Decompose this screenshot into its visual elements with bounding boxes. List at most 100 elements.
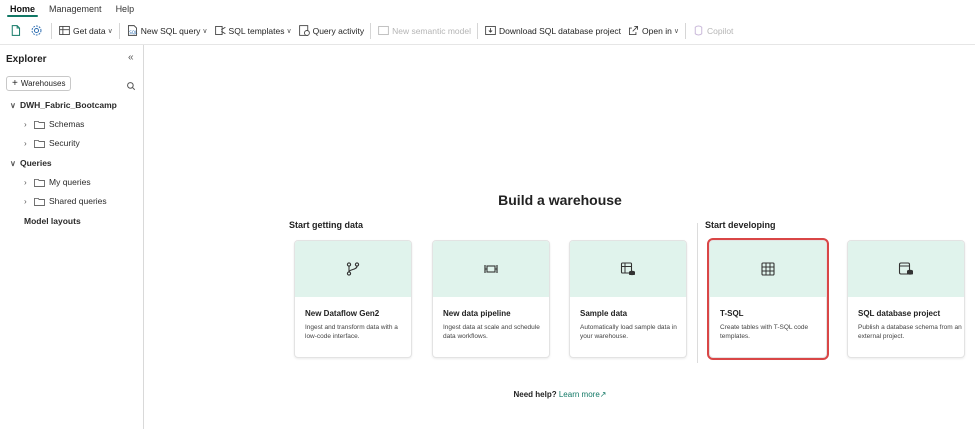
section-start-developing: Start developing [705, 220, 776, 230]
gear-icon [30, 24, 43, 37]
chevron-down-icon: ∨ [10, 158, 16, 168]
search-icon[interactable] [126, 78, 136, 96]
get-data-label: Get data [73, 25, 106, 36]
add-warehouses-label: Warehouses [20, 79, 66, 88]
ribbon-toolbar: Get data ∨ SQL New SQL query ∨ SQL templ… [0, 17, 975, 45]
activity-icon [298, 24, 311, 37]
template-icon [214, 24, 227, 37]
open-in-label: Open in [642, 25, 672, 36]
chevron-down-icon: ∨ [202, 27, 208, 35]
new-item-button[interactable] [6, 21, 27, 41]
section-divider [697, 223, 698, 363]
new-sql-query-label: New SQL query [140, 25, 201, 36]
tree-item-warehouse[interactable]: ∨ DWH_Fabric_Bootcamp [10, 98, 117, 112]
card-description: Create tables with T-SQL code templates. [720, 324, 809, 340]
plus-icon: + [12, 77, 18, 89]
download-icon [484, 24, 497, 37]
new-semantic-model-label: New semantic model [392, 25, 471, 36]
tree-item-queries-label: Queries [20, 158, 52, 168]
chevron-right-icon: › [24, 138, 27, 148]
card-header [848, 241, 964, 297]
add-warehouses-button[interactable]: + Warehouses [6, 76, 72, 91]
copilot-label: Copilot [706, 25, 734, 36]
grid-table-icon [761, 262, 775, 276]
tree-item-model-layouts-label: Model layouts [24, 216, 81, 226]
ribbon-divider [51, 22, 52, 39]
tree-item-security-label: Security [49, 138, 80, 148]
external-link-icon: ↗ [599, 390, 607, 399]
document-add-icon [9, 24, 22, 37]
tab-home[interactable]: Home [4, 4, 41, 17]
menu-bar: Home Management Help [0, 0, 975, 17]
download-project-button[interactable]: Download SQL database project [481, 21, 624, 41]
dataflow-icon [346, 262, 360, 276]
table-icon [58, 24, 71, 37]
folder-icon [34, 178, 45, 187]
page-title: Build a warehouse [498, 192, 622, 208]
chevron-down-icon: ∨ [286, 27, 292, 35]
download-project-label: Download SQL database project [498, 25, 622, 36]
pipeline-icon [484, 265, 498, 273]
card-header [570, 241, 686, 297]
open-external-icon [627, 24, 640, 37]
card-description: Ingest data at scale and schedule data w… [443, 324, 540, 340]
new-sql-query-button[interactable]: SQL New SQL query ∨ [123, 21, 211, 41]
learn-more-label: Learn more [558, 390, 600, 399]
card-t-sql[interactable]: T-SQL Create tables with T-SQL code temp… [707, 238, 829, 360]
help-row: Need help? Learn more↗ [145, 390, 975, 399]
main-canvas: Build a warehouse Start getting data Sta… [145, 45, 975, 429]
card-description: Automatically load sample data in your w… [580, 324, 677, 340]
folder-icon [34, 197, 45, 206]
card-new-dataflow-gen2[interactable]: New Dataflow Gen2 Ingest and transform d… [294, 240, 412, 358]
tree-item-my-queries[interactable]: › My queries [24, 175, 91, 189]
collapse-icon[interactable]: « [128, 52, 134, 63]
chevron-down-icon: ∨ [673, 27, 679, 35]
chevron-right-icon: › [24, 177, 27, 187]
warehouse-editor: Home Management Help Get data ∨ SQL New … [0, 0, 975, 429]
sql-query-icon: SQL [126, 24, 139, 37]
tree-item-warehouse-label: DWH_Fabric_Bootcamp [20, 100, 117, 110]
ribbon-divider [684, 22, 686, 39]
section-start-getting-data: Start getting data [289, 220, 364, 230]
tree-item-schemas-label: Schemas [49, 119, 85, 129]
chevron-right-icon: › [24, 119, 27, 129]
ribbon-divider [370, 22, 372, 39]
tree-item-my-queries-label: My queries [49, 177, 91, 187]
get-data-button[interactable]: Get data ∨ [55, 21, 116, 41]
card-header [295, 241, 411, 297]
folder-icon [34, 120, 45, 129]
card-title: T-SQL [720, 309, 744, 318]
query-activity-button[interactable]: Query activity [295, 21, 368, 41]
new-semantic-model-button[interactable]: New semantic model [374, 21, 474, 41]
open-in-button[interactable]: Open in ∨ [624, 21, 682, 41]
explorer-panel: Explorer « + Warehouses ∨ DWH_Fabric_Boo… [0, 45, 144, 429]
chevron-down-icon: ∨ [10, 100, 16, 110]
card-sample-data[interactable]: Sample data Automatically load sample da… [569, 240, 687, 358]
tab-management[interactable]: Management [43, 4, 108, 17]
sql-templates-button[interactable]: SQL templates ∨ [211, 21, 295, 41]
card-title: New Dataflow Gen2 [305, 309, 380, 318]
copilot-icon [692, 24, 705, 37]
query-activity-label: Query activity [312, 25, 365, 36]
ribbon-divider [118, 22, 120, 39]
card-description: Publish a database schema from an extern… [858, 324, 962, 340]
learn-more-link[interactable]: Learn more↗ [559, 390, 607, 399]
tree-item-security[interactable]: › Security [24, 136, 80, 150]
settings-button[interactable] [27, 21, 48, 41]
ribbon-divider [476, 22, 478, 39]
tree-item-shared-queries[interactable]: › Shared queries [24, 194, 107, 208]
card-sql-database-project[interactable]: SQL database project Publish a database … [847, 240, 965, 358]
chevron-down-icon: ∨ [107, 27, 113, 35]
card-title: SQL database project [858, 309, 941, 318]
tree-item-model-layouts[interactable]: Model layouts [24, 214, 81, 228]
card-header [710, 241, 826, 297]
copilot-button[interactable]: Copilot [689, 21, 736, 41]
tree-item-queries[interactable]: ∨ Queries [10, 156, 52, 170]
card-new-data-pipeline[interactable]: New data pipeline Ingest data at scale a… [432, 240, 550, 358]
chevron-right-icon: › [24, 196, 27, 206]
help-question: Need help? [513, 390, 557, 399]
tree-item-schemas[interactable]: › Schemas [24, 117, 84, 131]
sample-data-icon [620, 262, 635, 276]
semantic-model-icon [377, 24, 390, 37]
tab-help[interactable]: Help [110, 4, 141, 17]
